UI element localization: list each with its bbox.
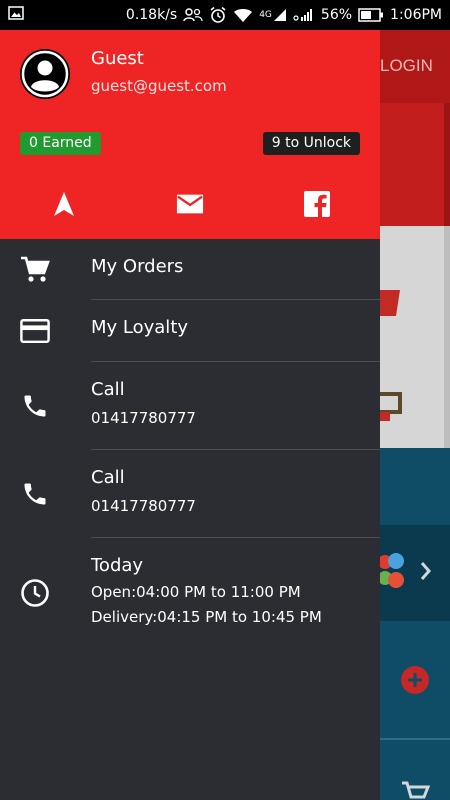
background-banner (380, 103, 450, 226)
mobile-network-icon: 4G (259, 8, 287, 22)
login-button[interactable]: LOGIN (380, 56, 433, 76)
background-app: LOGIN (380, 30, 450, 800)
drawer-header: Guest guest@guest.com 0 Earned 9 to Unlo… (0, 30, 380, 239)
navigation-icon[interactable] (50, 190, 78, 218)
signal-icon (293, 8, 315, 22)
avatar[interactable] (20, 49, 70, 99)
background-panel (380, 448, 450, 800)
background-image (380, 226, 450, 448)
wifi-icon (233, 8, 253, 23)
menu-item-my-loyalty[interactable]: My Loyalty (0, 300, 380, 362)
network-speed: 0.18k/s (125, 7, 178, 23)
menu-item-opening-hours[interactable]: Today Open:04:00 PM to 11:00 PM Delivery… (0, 538, 380, 650)
menu-label: My Orders (91, 256, 184, 277)
menu-label: Call (91, 467, 125, 488)
clock-icon (20, 578, 50, 608)
battery-icon (358, 8, 384, 22)
menu-label: My Loyalty (91, 317, 189, 338)
phone-number: 01417780777 (91, 497, 196, 515)
menu-label: Today (91, 555, 144, 576)
battery-percent: 56% (320, 7, 353, 23)
logo-fragment-icon (380, 290, 402, 421)
navigation-drawer: Guest guest@guest.com 0 Earned 9 to Unlo… (0, 30, 380, 800)
status-bar: 0.18k/s 4G 56% 1:06PM (0, 0, 450, 30)
cart-icon (20, 255, 50, 285)
phone-number: 01417780777 (91, 409, 196, 427)
unlock-badge: 9 to Unlock (262, 132, 360, 155)
card-icon (20, 316, 50, 346)
add-icon[interactable] (401, 666, 429, 694)
user-email: guest@guest.com (91, 77, 227, 95)
user-icon (21, 50, 69, 98)
background-row[interactable] (380, 525, 450, 621)
phone-icon (20, 479, 50, 509)
menu-item-my-orders[interactable]: My Orders (0, 239, 380, 300)
gallery-notification-icon (8, 6, 24, 24)
user-name: Guest (91, 48, 144, 69)
delivery-hours: Delivery:04:15 PM to 10:45 PM (91, 608, 322, 626)
alarm-icon (209, 6, 227, 24)
menu-item-call[interactable]: Call 01417780777 (0, 450, 380, 537)
phone-icon (20, 391, 50, 421)
mail-icon[interactable] (176, 190, 204, 218)
cart-icon[interactable] (400, 780, 431, 800)
clock-time: 1:06PM (390, 7, 442, 23)
background-header: LOGIN (380, 30, 450, 103)
menu-label: Call (91, 379, 125, 400)
facebook-icon[interactable] (303, 190, 331, 218)
contacts-icon (183, 8, 203, 22)
opening-hours: Open:04:00 PM to 11:00 PM (91, 583, 301, 601)
earned-badge: 0 Earned (20, 132, 101, 155)
menu-item-call[interactable]: Call 01417780777 (0, 362, 380, 449)
